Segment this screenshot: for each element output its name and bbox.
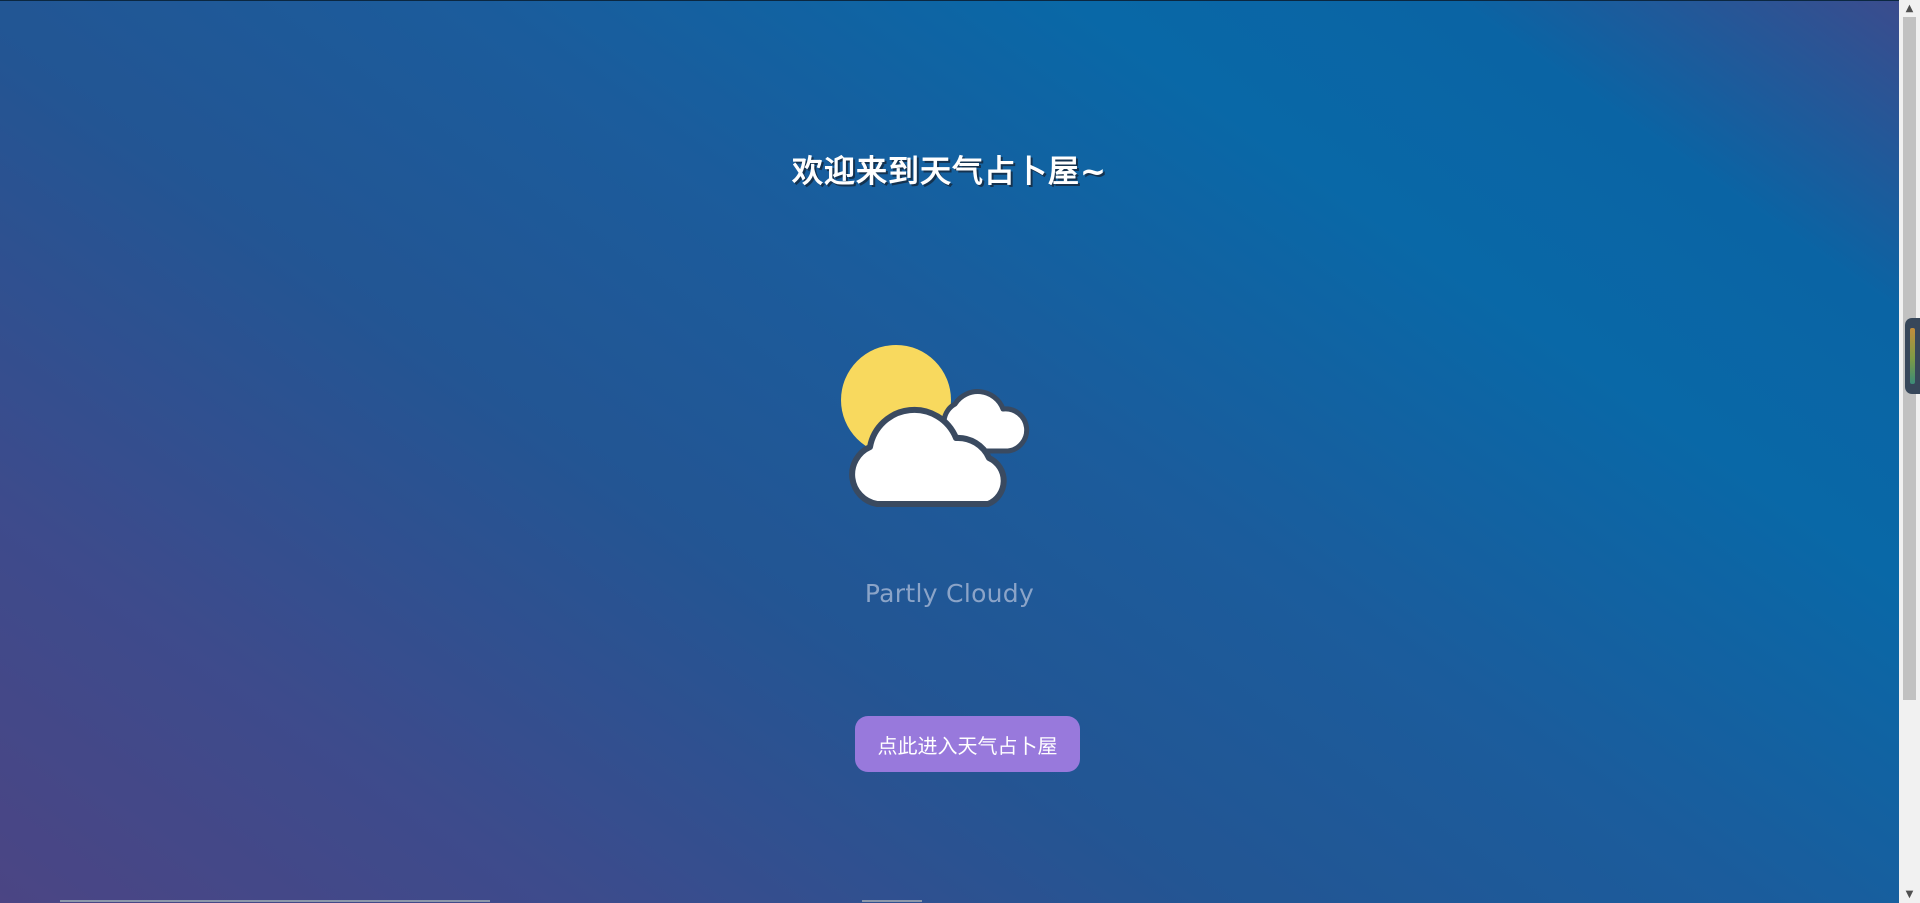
scroll-up-icon[interactable]: ▲ (1899, 0, 1920, 17)
scroll-down-icon[interactable]: ▼ (1899, 886, 1920, 903)
partly-cloudy-icon (841, 345, 1030, 507)
vertical-scrollbar[interactable]: ▲ ▼ (1899, 0, 1920, 903)
side-panel-handle[interactable] (1905, 318, 1920, 394)
bottom-divider (60, 900, 490, 902)
page-viewport: 欢迎来到天气占卜屋~ Partly Cloudy 点此进入天气占卜屋 (0, 0, 1899, 903)
top-border (0, 0, 1899, 1)
enter-button[interactable]: 点此进入天气占卜屋 (855, 716, 1080, 772)
level-meter-icon (1910, 328, 1915, 384)
weather-condition-label: Partly Cloudy (864, 579, 1035, 608)
page-title: 欢迎来到天气占卜屋~ (792, 154, 1107, 190)
bottom-divider (862, 900, 922, 902)
